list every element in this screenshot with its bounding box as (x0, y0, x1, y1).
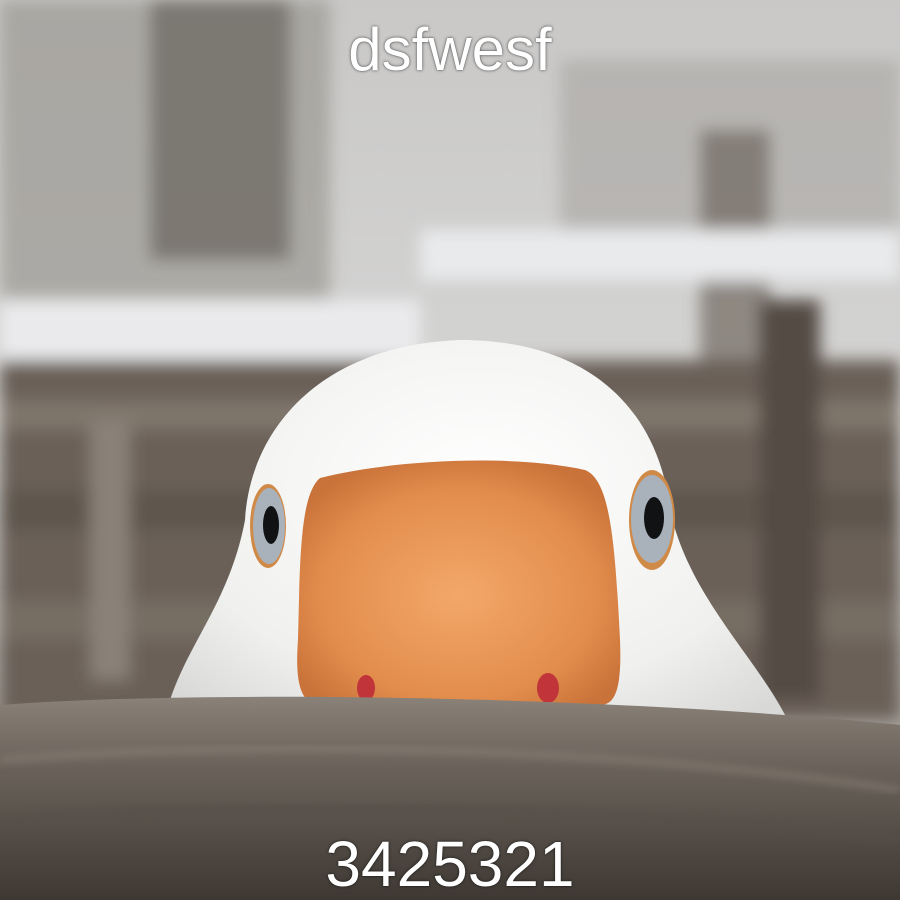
goose-eye-left (250, 484, 286, 568)
goose-photo (0, 0, 900, 900)
meme-bottom-text: 3425321 (325, 828, 575, 900)
goose-eye-right (629, 470, 675, 570)
goose-beak (297, 460, 621, 705)
meme-top-text: dsfwesf (348, 16, 552, 83)
meme-image: dsfwesf 3425321 (0, 0, 900, 900)
